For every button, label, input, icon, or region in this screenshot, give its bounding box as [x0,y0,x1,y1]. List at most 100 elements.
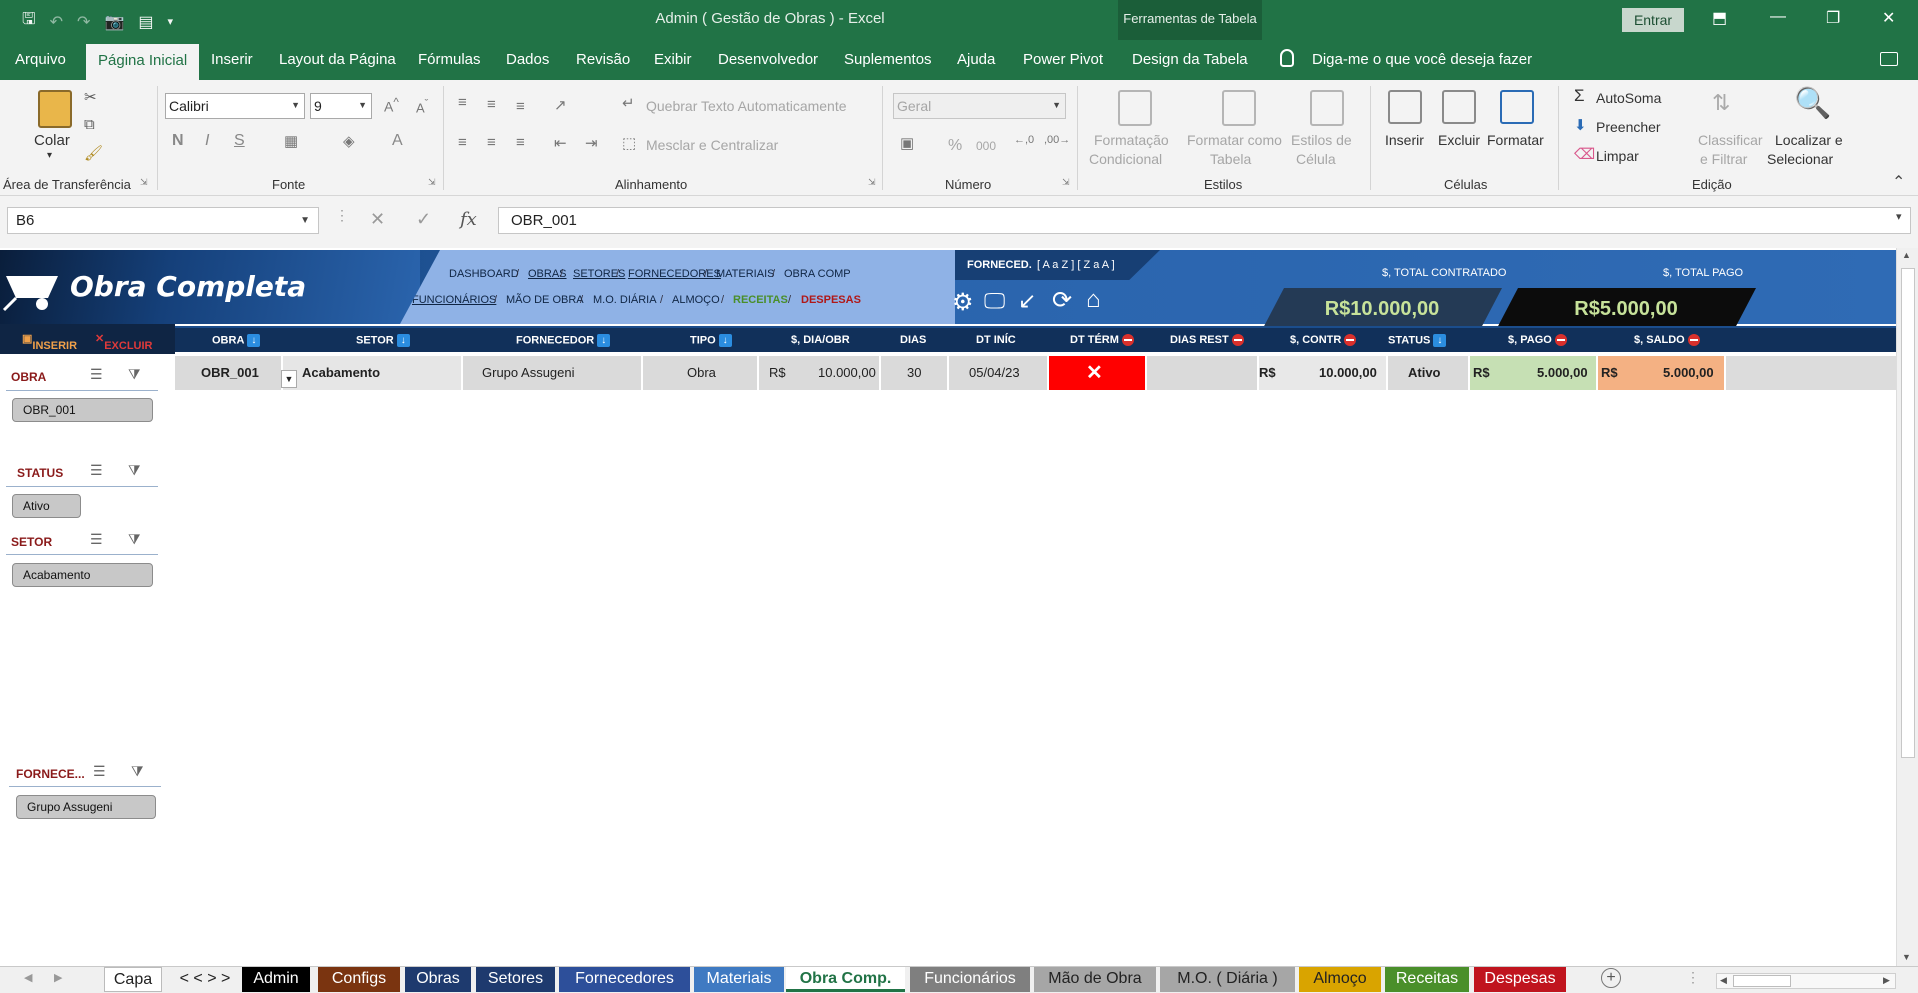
expand-formula-icon[interactable]: ▾ [1896,210,1902,223]
home-icon[interactable]: ⌂ [1086,286,1112,313]
cell-dias[interactable]: 30 [907,356,921,390]
header-status[interactable]: STATUS ↓ [1388,334,1447,347]
horizontal-scroll-thumb[interactable] [1733,975,1791,987]
tab-desenvolvedor[interactable]: Desenvolvedor [718,51,818,68]
sheet-tab-funcionarios[interactable]: Funcionários [910,967,1030,992]
sheet-tab-capa[interactable]: Capa [104,967,162,992]
format-cells-icon[interactable] [1500,90,1534,124]
tab-power-pivot[interactable]: Power Pivot [1023,51,1103,68]
sort-icon[interactable]: ↓ [1433,334,1447,347]
tab-pagina-inicial[interactable]: Página Inicial [86,44,200,80]
scroll-up-icon[interactable]: ▲ [1902,250,1911,260]
cell-styles-button-2[interactable]: Célula [1296,151,1336,167]
settings-icon[interactable]: ⚙ [952,288,978,316]
formula-input[interactable]: OBR_001 [498,207,1911,234]
conditional-formatting-button-2[interactable]: Condicional [1089,151,1162,167]
cell-pago[interactable]: 5.000,00 [1537,356,1588,390]
paste-icon[interactable] [38,90,72,128]
sort-filter-icon[interactable]: ⇅ [1712,90,1730,116]
fill-button[interactable]: Preencher [1596,119,1661,135]
insert-row-button[interactable]: ▣ INSERIR [22,332,77,352]
restore-icon[interactable]: ❐ [1826,8,1840,28]
monitor-icon[interactable]: 🖵 [984,288,1010,314]
table-row[interactable]: OBR_001 ▼ Acabamento Grupo Assugeni Obra… [175,356,1896,390]
nav-materiais[interactable]: MATERIAIS [716,268,774,280]
slicer-item-grupo-assugeni[interactable]: Grupo Assugeni [16,795,156,819]
clipboard-launcher-icon[interactable]: ⇲ [140,177,148,188]
slicer-item-obr-001[interactable]: OBR_001 [12,398,153,422]
wrap-text-button[interactable]: Quebrar Texto Automaticamente [646,98,847,114]
fornecedor-sort-buttons[interactable]: [ A a Z ] [ Z a A ] [1037,259,1115,271]
font-size-combo[interactable]: 9 ▼ [310,93,372,119]
bold-button[interactable]: N [172,132,184,150]
tab-design-tabela[interactable]: Design da Tabela [1132,51,1248,68]
next-sheet-icon[interactable]: ▶ [54,971,62,984]
header-fornecedor[interactable]: FORNECEDOR ↓ [516,334,611,347]
cell-dt-inic[interactable]: 05/04/23 [969,356,1020,390]
conditional-formatting-button[interactable]: Formatação [1094,132,1169,148]
increase-indent-icon[interactable]: ⇥ [585,134,598,152]
format-as-table-button-2[interactable]: Tabela [1210,151,1251,167]
format-as-table-button[interactable]: Formatar como [1187,132,1282,148]
format-painter-icon[interactable]: 🖌 [84,144,103,162]
tell-me-search[interactable]: Diga-me o que você deseja fazer [1312,51,1532,68]
clear-filter-icon[interactable]: ⧩ [128,531,141,548]
sheet-tab-nav[interactable]: < < > > [170,967,240,992]
minimize-icon[interactable]: — [1770,8,1786,26]
enter-icon[interactable]: ✓ [416,209,431,230]
sort-icon[interactable]: ↓ [718,334,732,347]
sheet-tab-fornecedores[interactable]: Fornecedores [559,967,690,992]
sheet-tab-receitas[interactable]: Receitas [1385,967,1469,992]
nav-receitas[interactable]: RECEITAS [733,294,788,306]
scroll-down-icon[interactable]: ▼ [1902,952,1911,962]
sheet-tab-almoco[interactable]: Almoço [1299,967,1381,992]
insert-cells-icon[interactable] [1388,90,1422,124]
sheet-tab-despesas[interactable]: Despesas [1474,967,1566,992]
paste-dropdown-icon[interactable]: ▾ [47,150,52,161]
undo-icon[interactable]: ↶ [50,12,63,32]
name-box[interactable]: B6 ▼ [7,207,319,234]
find-select-button[interactable]: Localizar e [1775,132,1843,148]
clear-icon[interactable]: ⌫ [1574,145,1595,163]
thousands-button[interactable]: 000 [976,139,996,153]
merge-center-button[interactable]: Mesclar e Centralizar [646,137,778,153]
comments-icon[interactable] [1880,52,1898,66]
insert-function-icon[interactable]: fx [460,209,477,230]
cell-tipo[interactable]: Obra [687,356,716,390]
tab-suplementos[interactable]: Suplementos [844,51,932,68]
ribbon-display-icon[interactable]: ⬒ [1712,8,1727,28]
cell-dt-term[interactable]: ✕ [1086,356,1103,390]
tab-split-handle-icon[interactable]: ⋮ [1686,969,1700,986]
format-as-table-icon[interactable] [1222,90,1256,126]
increase-decimal-icon[interactable]: ←,0 [1014,134,1034,146]
autosum-button[interactable]: AutoSoma [1596,90,1661,106]
find-select-button-2[interactable]: Selecionar [1767,151,1833,167]
sign-in-button[interactable]: Entrar [1622,8,1684,32]
copy-icon[interactable]: ⧉ [84,116,95,133]
percent-button[interactable]: % [948,137,962,155]
delete-cells-icon[interactable] [1442,90,1476,124]
nav-funcionarios[interactable]: FUNCIONÁRIOS [412,294,496,306]
sheet-tab-materiais[interactable]: Materiais [694,967,784,992]
nav-obra-comp[interactable]: OBRA COMP [784,268,851,280]
cell-saldo[interactable]: 5.000,00 [1663,356,1714,390]
accounting-icon[interactable]: ▣ [900,134,914,152]
format-cells-button[interactable]: Formatar [1487,132,1544,148]
vertical-scroll-thumb[interactable] [1901,268,1915,758]
tab-inserir[interactable]: Inserir [211,51,253,68]
export-icon[interactable]: ↙ [1018,288,1044,314]
cell-dia-obr[interactable]: 10.000,00 [818,356,876,390]
align-center-icon[interactable]: ≡ [487,134,496,151]
sort-icon[interactable]: ↓ [247,334,261,347]
align-right-icon[interactable]: ≡ [516,134,525,151]
multi-select-icon[interactable]: ☰ [90,462,103,479]
clear-filter-icon[interactable]: ⧩ [128,366,141,383]
nav-almoco[interactable]: ALMOÇO [672,294,720,306]
multi-select-icon[interactable]: ☰ [90,531,103,548]
alignment-launcher-icon[interactable]: ⇲ [868,177,876,188]
header-obra[interactable]: OBRA ↓ [212,334,261,347]
scroll-left-icon[interactable]: ◀ [1720,975,1727,986]
fill-icon[interactable]: ⬇ [1574,116,1587,134]
tab-ajuda[interactable]: Ajuda [957,51,995,68]
align-top-icon[interactable]: ≡ [458,94,467,111]
